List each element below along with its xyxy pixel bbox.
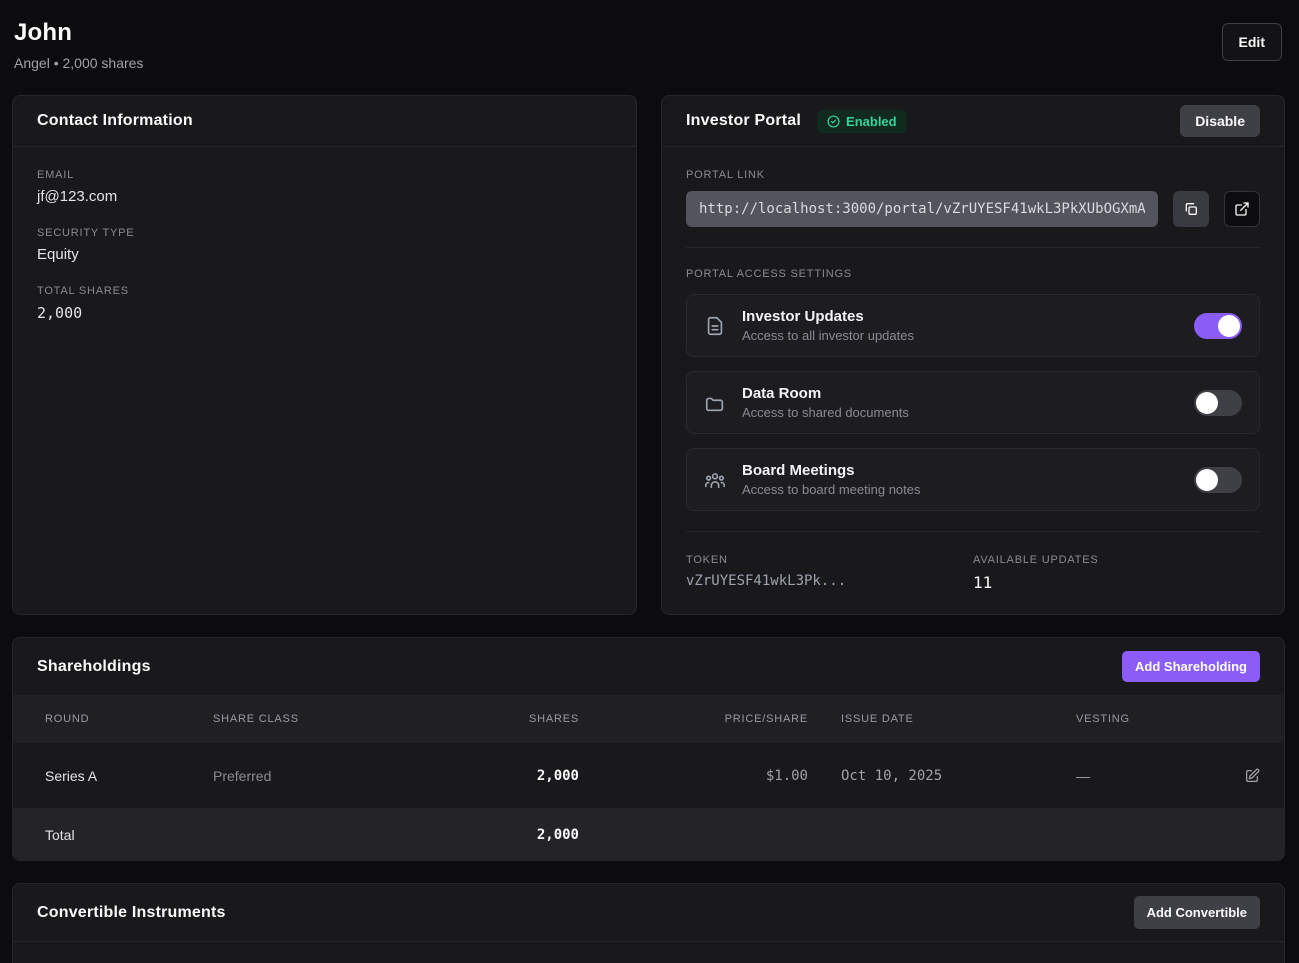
- setting-title: Investor Updates: [742, 308, 1194, 325]
- document-icon: [704, 315, 726, 337]
- convertibles-title: Convertible Instruments: [37, 904, 226, 922]
- column-header-share-class: SHARE CLASS: [213, 713, 453, 725]
- edit-button[interactable]: Edit: [1222, 23, 1282, 61]
- shares-cell: 2,000: [453, 768, 579, 784]
- page-header: John Angel • 2,000 shares Edit: [0, 0, 1299, 95]
- token-field-group: TOKEN vZrUYESF41wkL3Pk...: [686, 554, 973, 592]
- total-shares-field-group: TOTAL SHARES 2,000: [37, 285, 612, 322]
- total-shares-label: TOTAL SHARES: [37, 285, 612, 297]
- portal-access-settings-label: PORTAL ACCESS SETTINGS: [686, 268, 1260, 280]
- email-value: jf@123.com: [37, 188, 612, 205]
- board-meetings-toggle[interactable]: [1194, 467, 1242, 493]
- round-cell: Series A: [45, 768, 213, 784]
- available-updates-value: 11: [973, 573, 1260, 592]
- convertibles-header: Convertible Instruments Add Convertible: [13, 884, 1284, 942]
- page-title: John: [14, 19, 1285, 47]
- shareholdings-card: Shareholdings Add Shareholding ROUND SHA…: [12, 637, 1285, 861]
- portal-card-header: Investor Portal Enabled Disable: [662, 96, 1284, 147]
- folder-icon: [704, 392, 726, 414]
- total-label: Total: [45, 827, 213, 843]
- contact-card-title: Contact Information: [37, 112, 193, 130]
- setting-row-data-room: Data Room Access to shared documents: [686, 371, 1260, 434]
- table-row: Series A Preferred 2,000 $1.00 Oct 10, 2…: [13, 743, 1284, 809]
- security-type-label: SECURITY TYPE: [37, 227, 612, 239]
- investor-portal-card: Investor Portal Enabled Disable PORTAL L…: [661, 95, 1285, 615]
- enabled-status-badge: Enabled: [817, 110, 907, 133]
- toggle-knob: [1196, 469, 1218, 491]
- page-subtitle: Angel • 2,000 shares: [14, 55, 1285, 71]
- toggle-knob: [1196, 392, 1218, 414]
- token-value: vZrUYESF41wkL3Pk...: [686, 573, 973, 589]
- edit-pencil-icon: [1244, 768, 1260, 784]
- copy-icon: [1183, 201, 1199, 217]
- people-icon: [704, 469, 726, 491]
- security-type-value: Equity: [37, 246, 612, 263]
- setting-description: Access to shared documents: [742, 405, 1194, 420]
- setting-title: Board Meetings: [742, 462, 1194, 479]
- portal-divider-bottom: [686, 531, 1260, 532]
- table-total-row: Total 2,000: [13, 809, 1284, 860]
- shareholdings-title: Shareholdings: [37, 658, 151, 676]
- add-shareholding-button[interactable]: Add Shareholding: [1122, 651, 1260, 682]
- setting-row-board-meetings: Board Meetings Access to board meeting n…: [686, 448, 1260, 511]
- email-label: EMAIL: [37, 169, 612, 181]
- security-type-field-group: SECURITY TYPE Equity: [37, 227, 612, 263]
- setting-row-investor-updates: Investor Updates Access to all investor …: [686, 294, 1260, 357]
- open-portal-button[interactable]: [1224, 191, 1260, 227]
- total-shares-cell: 2,000: [453, 827, 579, 843]
- total-shares-value: 2,000: [37, 304, 612, 322]
- portal-divider-top: [686, 247, 1260, 248]
- email-field-group: EMAIL jf@123.com: [37, 169, 612, 205]
- portal-card-title: Investor Portal: [686, 112, 801, 130]
- edit-row-button[interactable]: [1220, 768, 1260, 784]
- share-class-cell: Preferred: [213, 768, 453, 784]
- check-circle-icon: [827, 115, 840, 128]
- investor-updates-toggle[interactable]: [1194, 313, 1242, 339]
- column-header-vesting: VESTING: [1076, 713, 1220, 725]
- vesting-cell: —: [1076, 768, 1220, 784]
- contact-information-card: Contact Information EMAIL jf@123.com SEC…: [12, 95, 637, 615]
- column-header-round: ROUND: [45, 713, 213, 725]
- shareholdings-table-header: ROUND SHARE CLASS SHARES PRICE/SHARE ISS…: [13, 695, 1284, 743]
- issue-date-cell: Oct 10, 2025: [808, 768, 1076, 784]
- setting-description: Access to board meeting notes: [742, 482, 1194, 497]
- external-link-icon: [1234, 201, 1250, 217]
- setting-title: Data Room: [742, 385, 1194, 402]
- contact-card-header: Contact Information: [13, 96, 636, 147]
- token-label: TOKEN: [686, 554, 973, 566]
- shareholdings-header: Shareholdings Add Shareholding: [13, 638, 1284, 695]
- available-updates-label: AVAILABLE UPDATES: [973, 554, 1260, 566]
- column-header-issue-date: ISSUE DATE: [808, 713, 1076, 725]
- convertible-instruments-card: Convertible Instruments Add Convertible: [12, 883, 1285, 963]
- column-header-price-share: PRICE/SHARE: [579, 713, 808, 725]
- toggle-knob: [1218, 315, 1240, 337]
- copy-link-button[interactable]: [1173, 191, 1209, 227]
- setting-description: Access to all investor updates: [742, 328, 1194, 343]
- data-room-toggle[interactable]: [1194, 390, 1242, 416]
- column-header-shares: SHARES: [453, 713, 579, 725]
- available-updates-field-group: AVAILABLE UPDATES 11: [973, 554, 1260, 592]
- add-convertible-button[interactable]: Add Convertible: [1134, 896, 1260, 929]
- disable-portal-button[interactable]: Disable: [1180, 105, 1260, 137]
- portal-link-label: PORTAL LINK: [686, 169, 1260, 181]
- portal-link-input[interactable]: [686, 191, 1158, 227]
- price-share-cell: $1.00: [579, 768, 808, 784]
